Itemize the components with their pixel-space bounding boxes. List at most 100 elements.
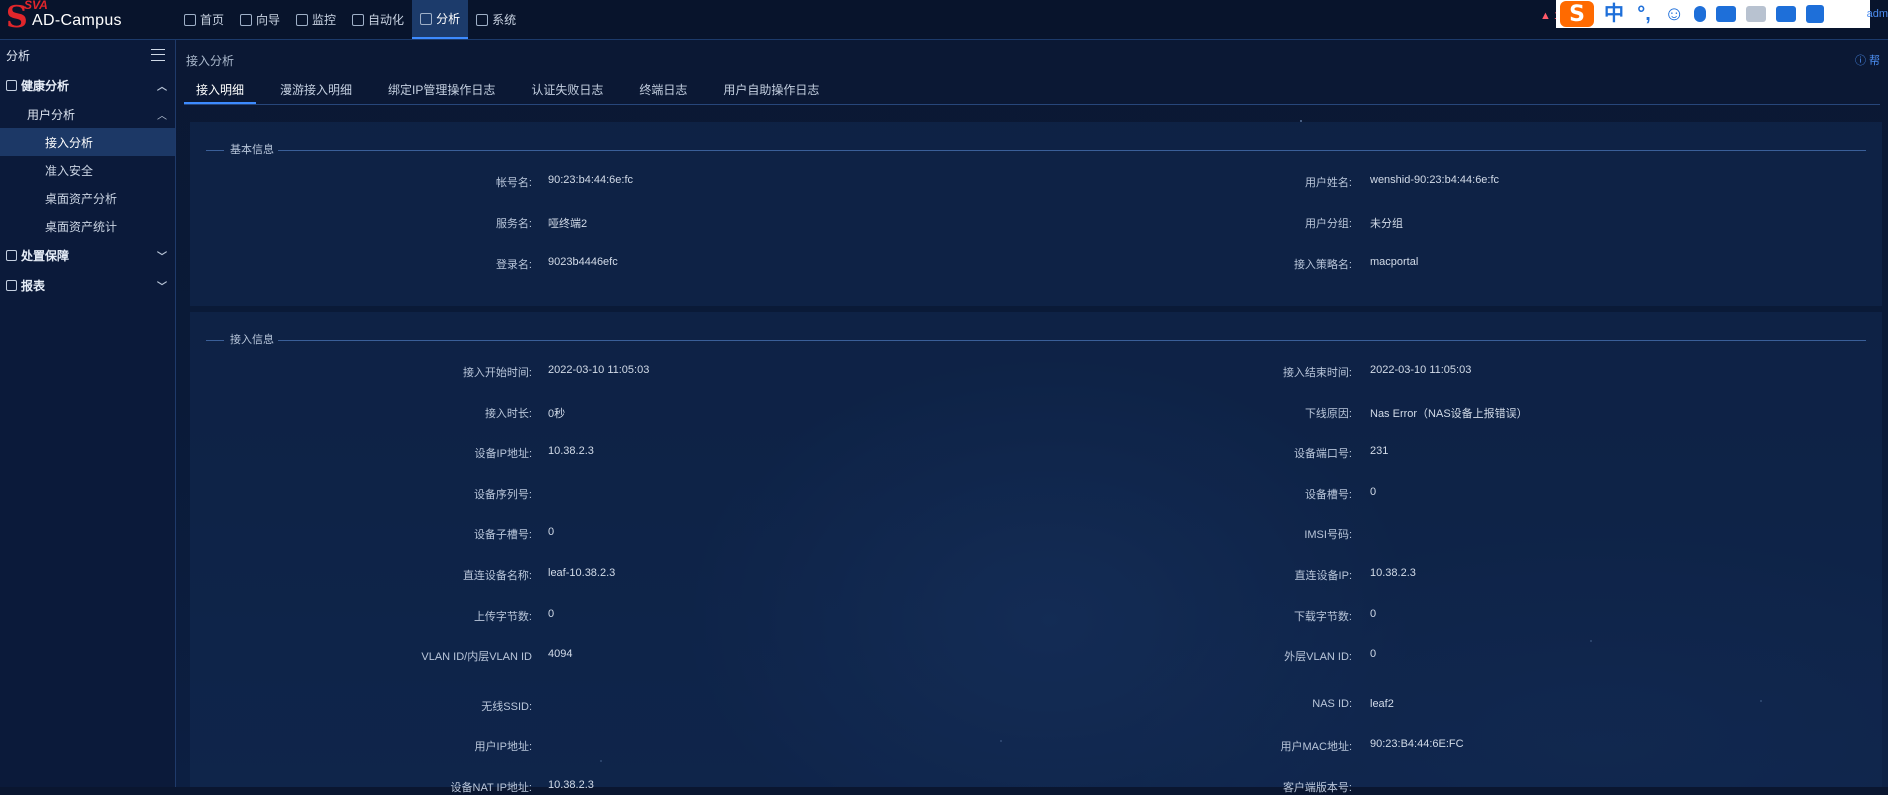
field-row: 设备序列号: 设备槽号: 0	[190, 486, 1882, 502]
field-value: 0	[1370, 607, 1377, 620]
field-label: 设备子槽号:	[473, 529, 532, 542]
field-row: 设备子槽号: 0 IMSI号码:	[190, 526, 1882, 542]
sidebar-item-label: 桌面资产统计	[45, 219, 118, 234]
ime-toolbar: S 中 °, ☺	[1556, 0, 1870, 28]
chevron-up-icon: ︿	[157, 110, 167, 122]
nav-label: 分析	[436, 12, 461, 26]
field-value: 10.38.2.3	[548, 445, 594, 458]
field-value: leaf-10.38.2.3	[548, 567, 616, 579]
field-label: 帐号名:	[495, 177, 532, 189]
field-value: 未分组	[1370, 218, 1403, 230]
tab-bar: 接入明细 漫游接入明细 绑定IP管理操作日志 认证失败日志 终端日志 用户自助操…	[184, 78, 1880, 105]
sidebar-subgroup-user-analysis[interactable]: 用户分析 ︿	[0, 100, 175, 128]
ime-keyboard-icon[interactable]	[1716, 6, 1737, 22]
nav-home[interactable]: 首页	[176, 0, 232, 39]
sidebar-item-label: 桌面资产分析	[45, 191, 118, 206]
field-label: 设备槽号:	[1304, 488, 1352, 501]
field-label: 用户姓名:	[1304, 177, 1352, 189]
tab-ip-binding-log[interactable]: 绑定IP管理操作日志	[376, 78, 507, 104]
nav-system[interactable]: 系统	[468, 0, 524, 39]
field-label: 登录名:	[495, 259, 532, 271]
section-title-text: 接入信息	[230, 334, 274, 346]
app-logo[interactable]: S SVA AD-Campus	[4, 0, 174, 39]
field-value: 10.38.2.3	[1370, 567, 1416, 579]
help-link[interactable]: ⓘ 帮	[1855, 52, 1880, 68]
field-label: VLAN ID/内层VLAN ID	[421, 651, 532, 664]
tab-self-service-log[interactable]: 用户自助操作日志	[711, 78, 831, 104]
main-nav: 首页 向导 监控 自动化 分析 系统	[176, 0, 524, 39]
field-value: 哑终端2	[548, 218, 588, 230]
field-row: 直连设备名称: leaf-10.38.2.3 直连设备IP: 10.38.2.3	[190, 567, 1882, 583]
section-title: 接入信息	[206, 334, 1866, 346]
top-navigation-bar: S SVA AD-Campus 首页 向导 监控 自动化 分析 系统 ▲ 1 S…	[0, 0, 1888, 40]
ime-user-icon[interactable]	[1746, 6, 1767, 22]
field-label: 设备NAT IP地址:	[450, 782, 533, 794]
tab-roaming-detail[interactable]: 漫游接入明细	[268, 78, 364, 104]
field-value: 90:23:b4:44:6e:fc	[548, 174, 634, 186]
field-value: 0	[1370, 648, 1377, 661]
field-label: 接入策略名:	[1293, 259, 1352, 271]
field-row: 上传字节数: 0 下载字节数: 0	[190, 608, 1882, 624]
nav-automation[interactable]: 自动化	[344, 0, 412, 39]
field-value: macportal	[1370, 256, 1419, 268]
ime-language-button[interactable]: 中	[1604, 1, 1624, 27]
report-icon	[6, 279, 17, 291]
ime-logo-icon[interactable]: S	[1560, 1, 1594, 27]
ime-microphone-icon[interactable]	[1694, 6, 1707, 22]
sidebar-group-label: 处置保障	[21, 248, 70, 263]
field-value: 10.38.2.3	[548, 779, 594, 791]
user-menu[interactable]: adm	[1867, 8, 1888, 20]
field-value: 4094	[548, 648, 573, 661]
field-label: 直连设备IP:	[1294, 570, 1352, 582]
analysis-icon	[420, 12, 433, 25]
sidebar: 分析 健康分析 ︿ 用户分析 ︿ 接入分析 准入安全 桌面资产分析 桌面资产统计…	[0, 40, 176, 787]
ime-skin-icon[interactable]	[1776, 6, 1797, 22]
nav-guide[interactable]: 向导	[232, 0, 288, 39]
chevron-down-icon: ﹀	[157, 251, 167, 263]
field-value: wenshid-90:23:b4:44:6e:fc	[1370, 174, 1500, 186]
field-row: 设备NAT IP地址: 10.38.2.3 客户端版本号:	[190, 779, 1882, 795]
field-label: 设备端口号:	[1293, 448, 1352, 461]
nav-analysis[interactable]: 分析	[412, 0, 469, 39]
tab-terminal-log[interactable]: 终端日志	[627, 78, 699, 104]
ime-emoji-icon[interactable]: ☺	[1664, 1, 1684, 27]
sidebar-group-disposal[interactable]: 处置保障 ﹀	[0, 240, 175, 270]
field-label: NAS ID:	[1312, 697, 1352, 710]
nav-label: 自动化	[368, 13, 405, 27]
nav-label: 监控	[312, 13, 337, 27]
tab-auth-failure-log[interactable]: 认证失败日志	[519, 78, 615, 104]
field-row: 接入时长: 0秒 下线原因: Nas Error（NAS设备上报错误）	[190, 405, 1882, 421]
collapse-menu-icon[interactable]	[151, 49, 165, 61]
sidebar-group-health-analysis[interactable]: 健康分析 ︿	[0, 70, 175, 100]
nav-label: 首页	[200, 13, 225, 27]
tab-access-detail[interactable]: 接入明细	[184, 78, 257, 104]
nav-label: 系统	[492, 13, 517, 27]
system-icon	[476, 13, 489, 26]
field-label: 直连设备名称:	[462, 570, 532, 582]
ime-punctuation-button[interactable]: °,	[1634, 1, 1654, 27]
field-value: 0秒	[548, 407, 566, 420]
logo-brand: SVA	[24, 0, 48, 12]
help-icon: ⓘ	[1854, 55, 1869, 67]
field-row: 服务名: 哑终端2 用户分组: 未分组	[190, 215, 1882, 231]
monitor-icon	[296, 13, 309, 26]
nav-monitor[interactable]: 监控	[288, 0, 344, 39]
sidebar-subgroup-label: 用户分析	[27, 107, 76, 122]
field-value: 231	[1370, 445, 1389, 458]
sidebar-item-admission-security[interactable]: 准入安全	[0, 156, 175, 184]
breadcrumb: 接入分析	[186, 54, 235, 68]
field-label: 客户端版本号:	[1282, 782, 1352, 794]
field-value: 9023b4446efc	[548, 256, 618, 268]
field-label: 外层VLAN ID:	[1284, 651, 1352, 664]
sidebar-item-desktop-asset-analysis[interactable]: 桌面资产分析	[0, 184, 175, 212]
main-content: 接入分析 ⓘ 帮 接入明细 漫游接入明细 绑定IP管理操作日志 认证失败日志 终…	[176, 40, 1888, 794]
field-label: 下线原因:	[1304, 407, 1352, 420]
field-row: 无线SSID: NAS ID: leaf2	[190, 698, 1882, 714]
sidebar-item-desktop-asset-stats[interactable]: 桌面资产统计	[0, 212, 175, 240]
sidebar-item-access-analysis[interactable]: 接入分析	[0, 128, 175, 156]
ime-grid-icon[interactable]	[1806, 5, 1825, 23]
sidebar-group-reports[interactable]: 报表 ﹀	[0, 270, 175, 300]
field-value: 0	[1370, 485, 1377, 498]
field-label: 设备IP地址:	[474, 448, 532, 461]
nav-label: 向导	[256, 13, 281, 27]
